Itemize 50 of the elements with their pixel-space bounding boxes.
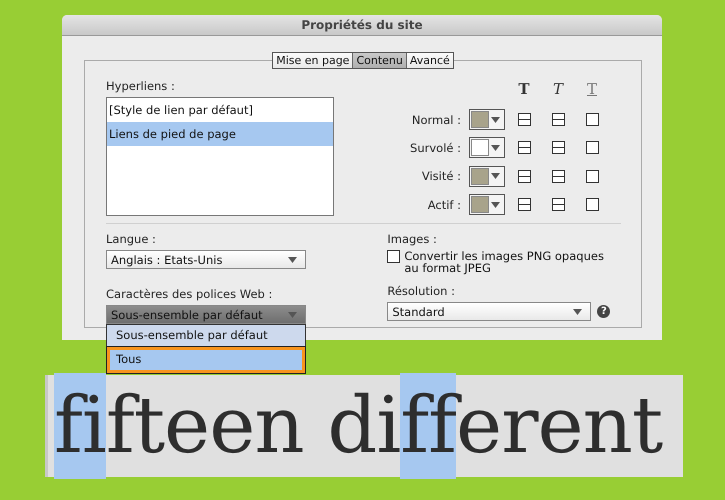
caret-icon <box>491 202 500 208</box>
menu-item[interactable]: Tous <box>107 347 305 373</box>
checkbox-label: Convertir les images PNG opaques au format JPEG <box>404 250 605 274</box>
tab[interactable]: Contenu <box>352 53 406 68</box>
help-icon[interactable]: ? <box>597 305 610 318</box>
tab[interactable]: Avancé <box>406 53 453 68</box>
checkbox[interactable] <box>586 198 598 212</box>
caret-icon <box>288 256 297 262</box>
field-label: Images : <box>387 232 438 246</box>
checkbox[interactable] <box>552 198 564 212</box>
caret-icon <box>491 116 500 123</box>
caret-icon <box>491 173 500 180</box>
list-item[interactable]: [Style de lien par défaut] <box>107 98 333 122</box>
ligature-sample: fifteen different <box>54 373 662 479</box>
font-chars-select[interactable]: Sous-ensemble par défaut <box>106 305 306 324</box>
list-item[interactable]: Liens de pied de page <box>107 122 333 146</box>
resolution-select[interactable]: Standard <box>387 302 592 321</box>
color-picker[interactable] <box>469 137 505 158</box>
color-picker[interactable] <box>469 194 505 216</box>
checkbox[interactable] <box>518 170 530 183</box>
field-label: Résolution : <box>387 284 456 298</box>
checkbox[interactable] <box>586 113 598 126</box>
window-title: Propriétés du site <box>62 15 662 36</box>
checkbox[interactable] <box>518 141 530 154</box>
language-select[interactable]: Anglais : Etats-Unis <box>106 250 306 269</box>
field-label: Hyperliens : <box>106 79 176 93</box>
checkbox[interactable] <box>518 113 530 126</box>
checkbox[interactable] <box>586 141 598 154</box>
field-label: Caractères des polices Web : <box>106 287 274 301</box>
caret-icon <box>288 312 297 318</box>
checkbox[interactable] <box>387 250 400 263</box>
tab[interactable]: Mise en page <box>273 53 352 68</box>
color-picker[interactable] <box>469 166 505 187</box>
row-label: Visité : <box>422 169 461 184</box>
style-header: T <box>552 80 563 100</box>
field-label: Langue : <box>106 232 157 246</box>
row-label: Actif : <box>428 198 461 212</box>
caret-icon <box>573 308 582 314</box>
checkbox[interactable] <box>552 113 564 126</box>
caret-icon <box>491 144 500 151</box>
checkbox[interactable] <box>518 198 530 212</box>
checkbox[interactable] <box>552 170 564 183</box>
style-header: T <box>586 80 597 100</box>
menu-item[interactable]: Sous-ensemble par défaut <box>107 325 305 347</box>
checkbox[interactable] <box>586 170 598 183</box>
row-label: Normal : <box>412 112 461 127</box>
style-header: T <box>518 80 530 100</box>
checkbox[interactable] <box>552 141 564 154</box>
color-picker[interactable] <box>469 109 505 130</box>
row-label: Survolé : <box>410 140 461 155</box>
